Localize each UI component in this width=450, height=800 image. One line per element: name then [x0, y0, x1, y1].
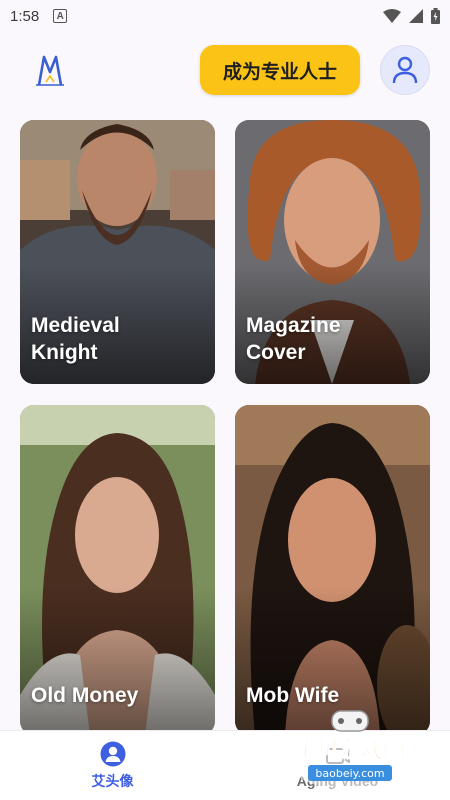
status-icons — [383, 8, 440, 24]
battery-icon — [431, 8, 440, 24]
nav-item-label: 艾头像 — [91, 773, 134, 789]
watermark-logo: 宝贝游戏网 baobeiy.com — [288, 710, 412, 790]
style-card-magazine-cover[interactable]: Magazine Cover — [235, 120, 430, 384]
become-pro-button[interactable]: 成为专业人士 — [200, 45, 360, 95]
watermark-url: baobeiy.com — [315, 767, 384, 780]
user-circle-icon — [100, 741, 125, 767]
style-card-medieval-knight[interactable]: Medieval Knight — [20, 120, 215, 384]
app-header: 成为专业人士 — [0, 32, 450, 112]
watermark-text: 宝贝游戏网 — [295, 737, 405, 763]
status-time: 1:58 — [10, 7, 40, 25]
m-logo-icon[interactable] — [36, 54, 64, 86]
signal-icon — [409, 9, 423, 23]
user-icon — [392, 56, 418, 84]
profile-button[interactable] — [380, 45, 430, 95]
notification-icon: A — [53, 9, 68, 23]
status-bar: 1:58 A — [0, 0, 450, 32]
style-card-old-money[interactable]: Old Money — [20, 405, 215, 730]
nav-item-avatar[interactable]: 艾头像 — [0, 731, 225, 800]
wifi-icon — [383, 9, 401, 23]
style-card-label: Magazine Cover — [246, 314, 341, 364]
style-card-label: Old Money — [31, 684, 139, 707]
style-card-mob-wife[interactable]: Mob Wife — [235, 405, 430, 730]
style-grid: Medieval Knight Magazine Cover Old Money — [20, 120, 430, 730]
style-card-label: Medieval Knight — [31, 314, 120, 364]
